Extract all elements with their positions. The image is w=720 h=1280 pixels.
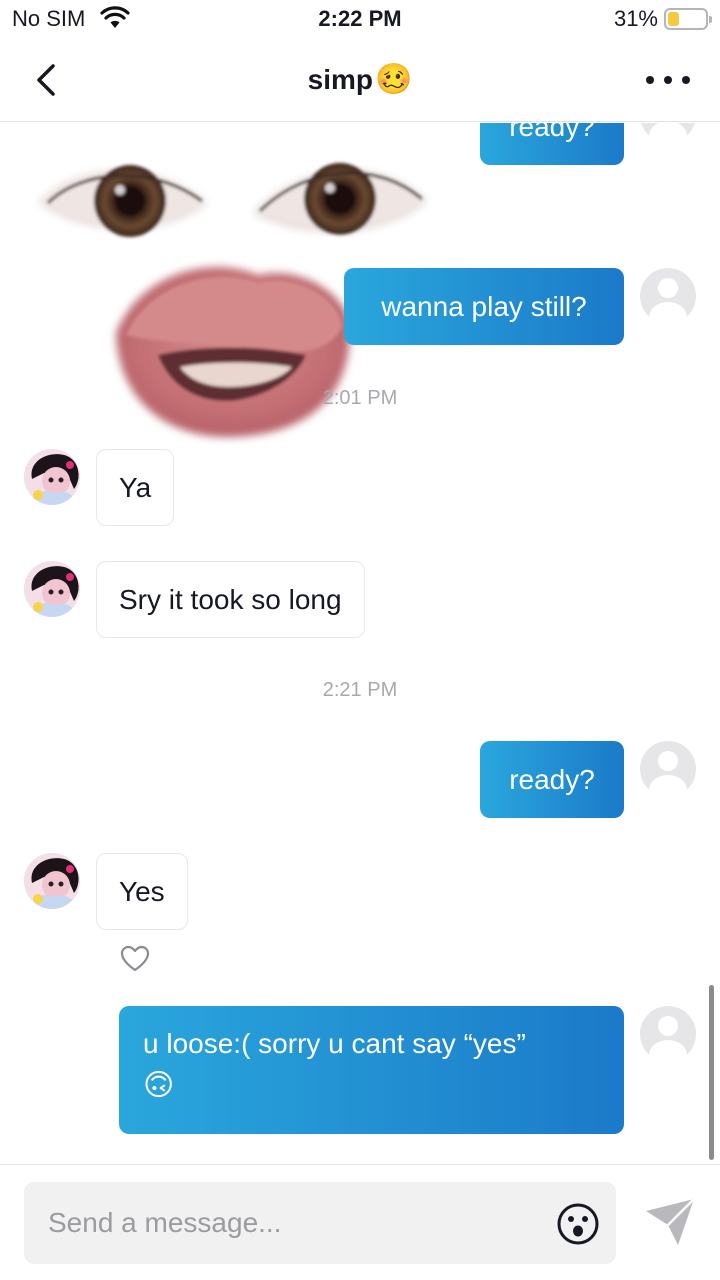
message-text: ready?	[509, 763, 595, 795]
message-text: Sry it took so long	[119, 583, 342, 615]
message-input-box[interactable]	[24, 1182, 616, 1264]
contact-name: simp	[307, 64, 373, 95]
message-composer	[0, 1164, 720, 1280]
message-emoji: 🙃	[143, 1069, 175, 1102]
right-eye	[252, 163, 428, 235]
message-text: Yes	[119, 875, 165, 907]
like-heart-icon[interactable]	[120, 945, 150, 973]
contact-name-emoji: 🥴	[375, 63, 413, 96]
status-bar: No SIM 2:22 PM 31%	[0, 0, 720, 40]
timestamp: 2:21 PM	[322, 679, 398, 701]
contact-avatar[interactable]	[24, 561, 80, 617]
outgoing-message[interactable]: ready?	[480, 741, 624, 818]
outgoing-message[interactable]: u loose:( sorry u cant say “yes” 🙃	[119, 1006, 624, 1134]
incoming-message[interactable]: Ya	[96, 449, 175, 526]
my-avatar[interactable]	[640, 268, 696, 324]
message-list[interactable]: ready? wanna play still? 2:01 PM Ya Sry …	[0, 123, 720, 1164]
message-text: ready?	[509, 123, 595, 142]
contact-avatar-image	[24, 561, 80, 617]
my-avatar[interactable]	[640, 741, 696, 797]
send-icon[interactable]	[644, 1197, 696, 1247]
left-eye	[38, 165, 208, 237]
message-input[interactable]	[48, 1182, 548, 1264]
chat-header: simp🥴	[0, 40, 720, 122]
contact-avatar-image	[24, 853, 80, 909]
outgoing-message[interactable]: wanna play still?	[344, 268, 624, 345]
lips	[116, 267, 351, 437]
clock: 2:22 PM	[318, 6, 402, 31]
my-avatar[interactable]	[640, 1006, 696, 1062]
my-avatar[interactable]	[640, 123, 696, 143]
outgoing-message[interactable]: ready?	[480, 123, 624, 165]
emoji-icon[interactable]	[556, 1202, 600, 1246]
battery-fill	[668, 12, 679, 26]
message-text: wanna play still?	[381, 290, 587, 322]
contact-avatar[interactable]	[24, 853, 80, 909]
chat-title[interactable]: simp🥴	[0, 62, 720, 97]
contact-avatar-image	[24, 449, 80, 505]
scrollbar[interactable]	[709, 985, 714, 1160]
incoming-message[interactable]: Yes	[96, 853, 188, 930]
battery-icon	[664, 8, 712, 30]
contact-avatar[interactable]	[24, 449, 80, 505]
timestamp: 2:01 PM	[322, 387, 398, 409]
message-text: Ya	[119, 471, 152, 503]
more-options-icon[interactable]	[646, 68, 690, 92]
incoming-message[interactable]: Sry it took so long	[96, 561, 365, 638]
battery-percent: 31%	[613, 6, 658, 31]
message-text: u loose:( sorry u cant say “yes”	[143, 1028, 526, 1059]
